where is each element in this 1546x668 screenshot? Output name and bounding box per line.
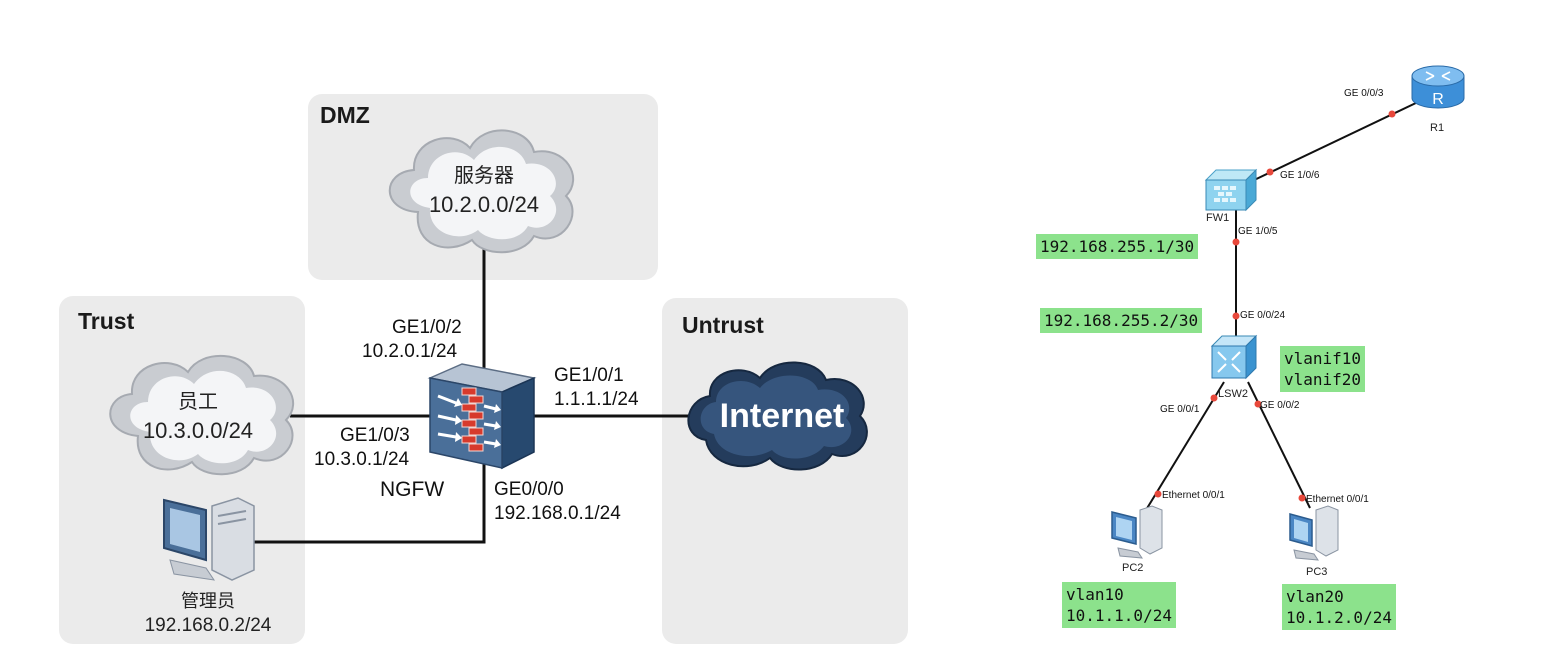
router-r1-icon: R xyxy=(1411,65,1465,109)
switch-lsw2-icon xyxy=(1210,334,1258,380)
note-pc2-net: vlan10 10.1.1.0/24 xyxy=(1062,582,1176,628)
port-fw-ge105: GE 1/0/5 xyxy=(1238,226,1278,237)
port-sw-ge002: GE 0/0/2 xyxy=(1260,400,1300,411)
port-dot xyxy=(1388,110,1396,118)
port-r1-ge003: GE 0/0/3 xyxy=(1344,88,1384,99)
pc2-label: PC2 xyxy=(1122,562,1144,574)
note-pc3-subnet: 10.1.2.0/24 xyxy=(1286,608,1392,627)
note-vlanif20: vlanif20 xyxy=(1284,370,1362,389)
fw1-label: FW1 xyxy=(1206,212,1230,224)
svg-text:R: R xyxy=(1432,91,1444,108)
port-pc2-eth: Ethernet 0/0/1 xyxy=(1162,490,1225,501)
port-dot xyxy=(1232,238,1240,246)
port-pc3-eth: Ethernet 0/0/1 xyxy=(1306,494,1369,505)
note-pc2-subnet: 10.1.1.0/24 xyxy=(1066,606,1172,625)
r1-label: R1 xyxy=(1430,122,1445,134)
note-fw-ip: 192.168.255.1/30 xyxy=(1036,234,1199,259)
pc3-icon xyxy=(1289,505,1339,561)
note-vlanif10: vlanif10 xyxy=(1284,349,1362,368)
port-sw-ge001: GE 0/0/1 xyxy=(1160,404,1200,415)
note-sw-ip: 192.168.255.2/30 xyxy=(1040,308,1203,333)
port-fw-ge106: GE 1/0/6 xyxy=(1280,170,1320,181)
note-pc2-vlan: vlan10 xyxy=(1066,585,1124,604)
port-dot xyxy=(1154,490,1162,498)
port-dot xyxy=(1210,394,1218,402)
note-vlanif: vlanif10 vlanif20 xyxy=(1280,346,1366,392)
port-dot xyxy=(1298,494,1306,502)
lsw2-label: LSW2 xyxy=(1218,388,1248,400)
note-pc3-net: vlan20 10.1.2.0/24 xyxy=(1282,584,1396,630)
port-dot xyxy=(1232,312,1240,320)
pc2-icon xyxy=(1111,505,1163,559)
port-dot xyxy=(1266,168,1274,176)
firewall-fw1-icon xyxy=(1204,168,1258,212)
pc3-label: PC3 xyxy=(1306,566,1328,578)
port-sw-ge0024: GE 0/0/24 xyxy=(1240,310,1286,321)
note-pc3-vlan: vlan20 xyxy=(1286,587,1344,606)
